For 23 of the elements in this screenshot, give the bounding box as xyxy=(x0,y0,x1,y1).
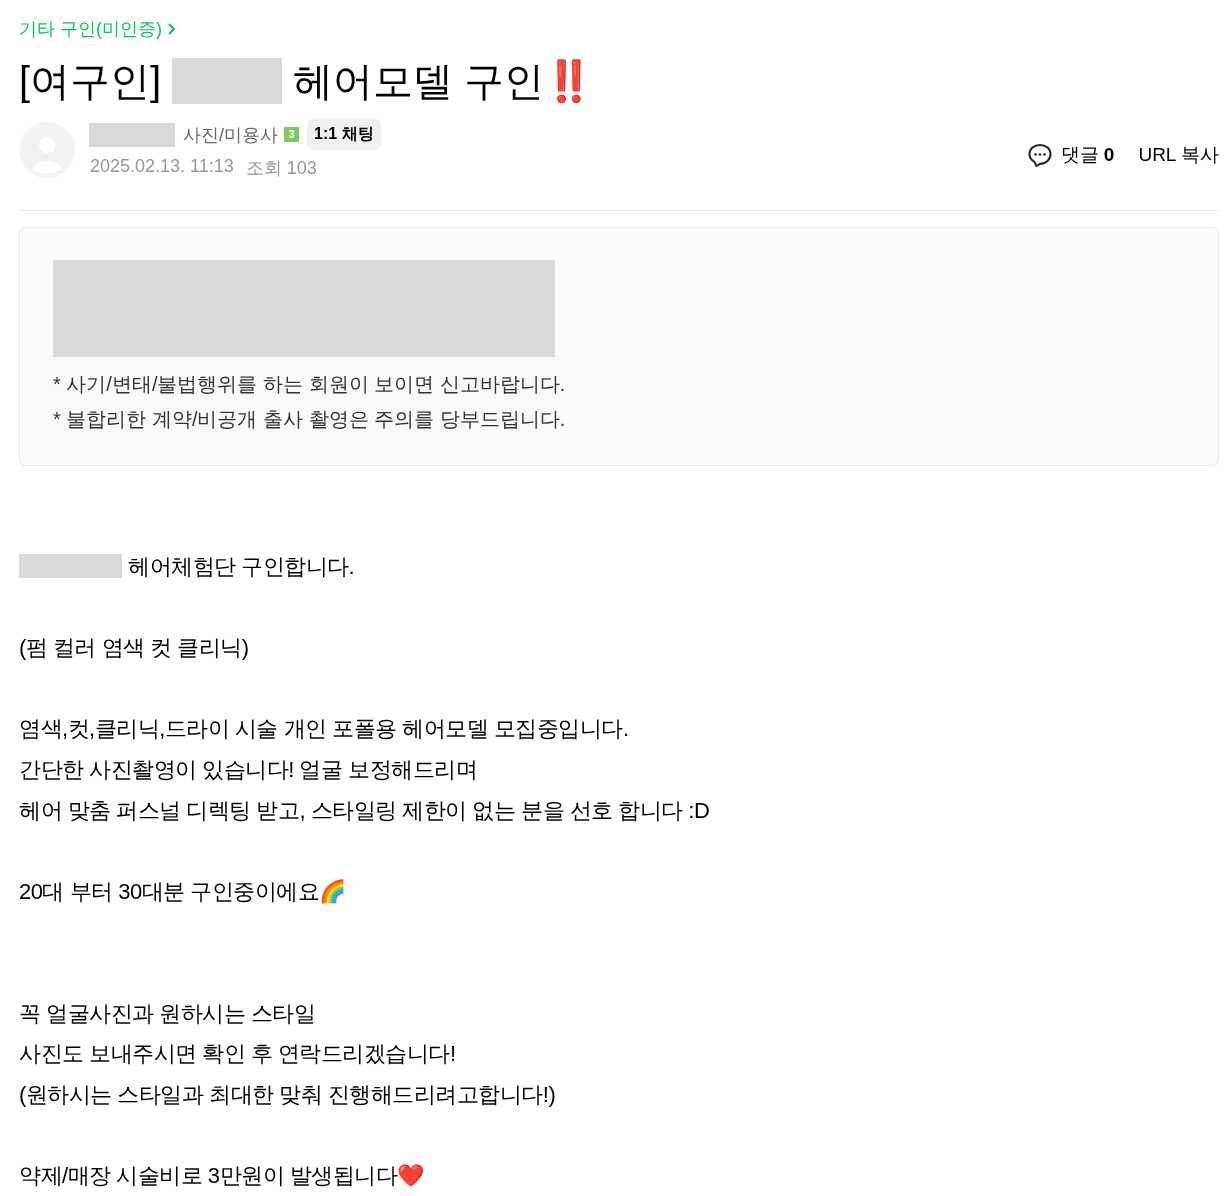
view-count: 조회 103 xyxy=(245,157,317,180)
post-title: [여구인] xyxy=(19,58,162,105)
level-badge: 3 xyxy=(284,127,299,142)
post-text: 간단한 사진촬영이 있습니다! 얼굴 보정해드리며 xyxy=(19,756,478,782)
post-text: (원하시는 스타일과 최대한 맞춰 진행해드리려고합니다!) xyxy=(19,1081,556,1107)
copy-url-link[interactable]: URL 복사 xyxy=(1138,141,1219,168)
post-text: 20대 부터 30대분 구인중이에요🌈 xyxy=(19,878,346,904)
post-text: 염색,컷,클리닉,드라이 시술 개인 포폴용 헤어모델 모집중입니다. xyxy=(19,716,629,742)
member-role: 사진/미용사 xyxy=(183,123,278,147)
chevron-right-icon xyxy=(166,22,176,36)
notice-text: * 불합리한 계약/비공개 출사 촬영은 주의를 당부드립니다. xyxy=(53,407,567,432)
post-text: 약제/매장 시술비로 3만원이 발생됩니다❤ xyxy=(19,1162,424,1188)
comments-link[interactable]: 댓글 0 xyxy=(1026,141,1115,168)
chat-button[interactable]: 1:1 채팅 xyxy=(307,119,381,150)
speech-bubble-icon xyxy=(1026,141,1053,168)
post-title: 헤어모델 구인‼ xyxy=(293,58,595,105)
post-text: (펌 컬러 염색 컷 클리닉) xyxy=(19,635,249,661)
post-text: 헤어 맞춤 퍼스널 디렉팅 받고, 스타일링 제한이 없는 분을 선호 합니다 :D xyxy=(19,797,710,823)
notice-text: * 사기/변태/불법행위를 하는 회원이 보이면 신고바랍니다. xyxy=(53,372,567,397)
post-text: 꼭 얼굴사진과 원하시는 스타일 xyxy=(19,1000,316,1026)
post-date: 2025.02.13. 11:13 xyxy=(90,156,234,178)
post-text: 사진도 보내주시면 확인 후 연락드리겠습니다! xyxy=(19,1041,456,1067)
post-text: 헤어체험단 구인합니다. xyxy=(128,554,355,579)
